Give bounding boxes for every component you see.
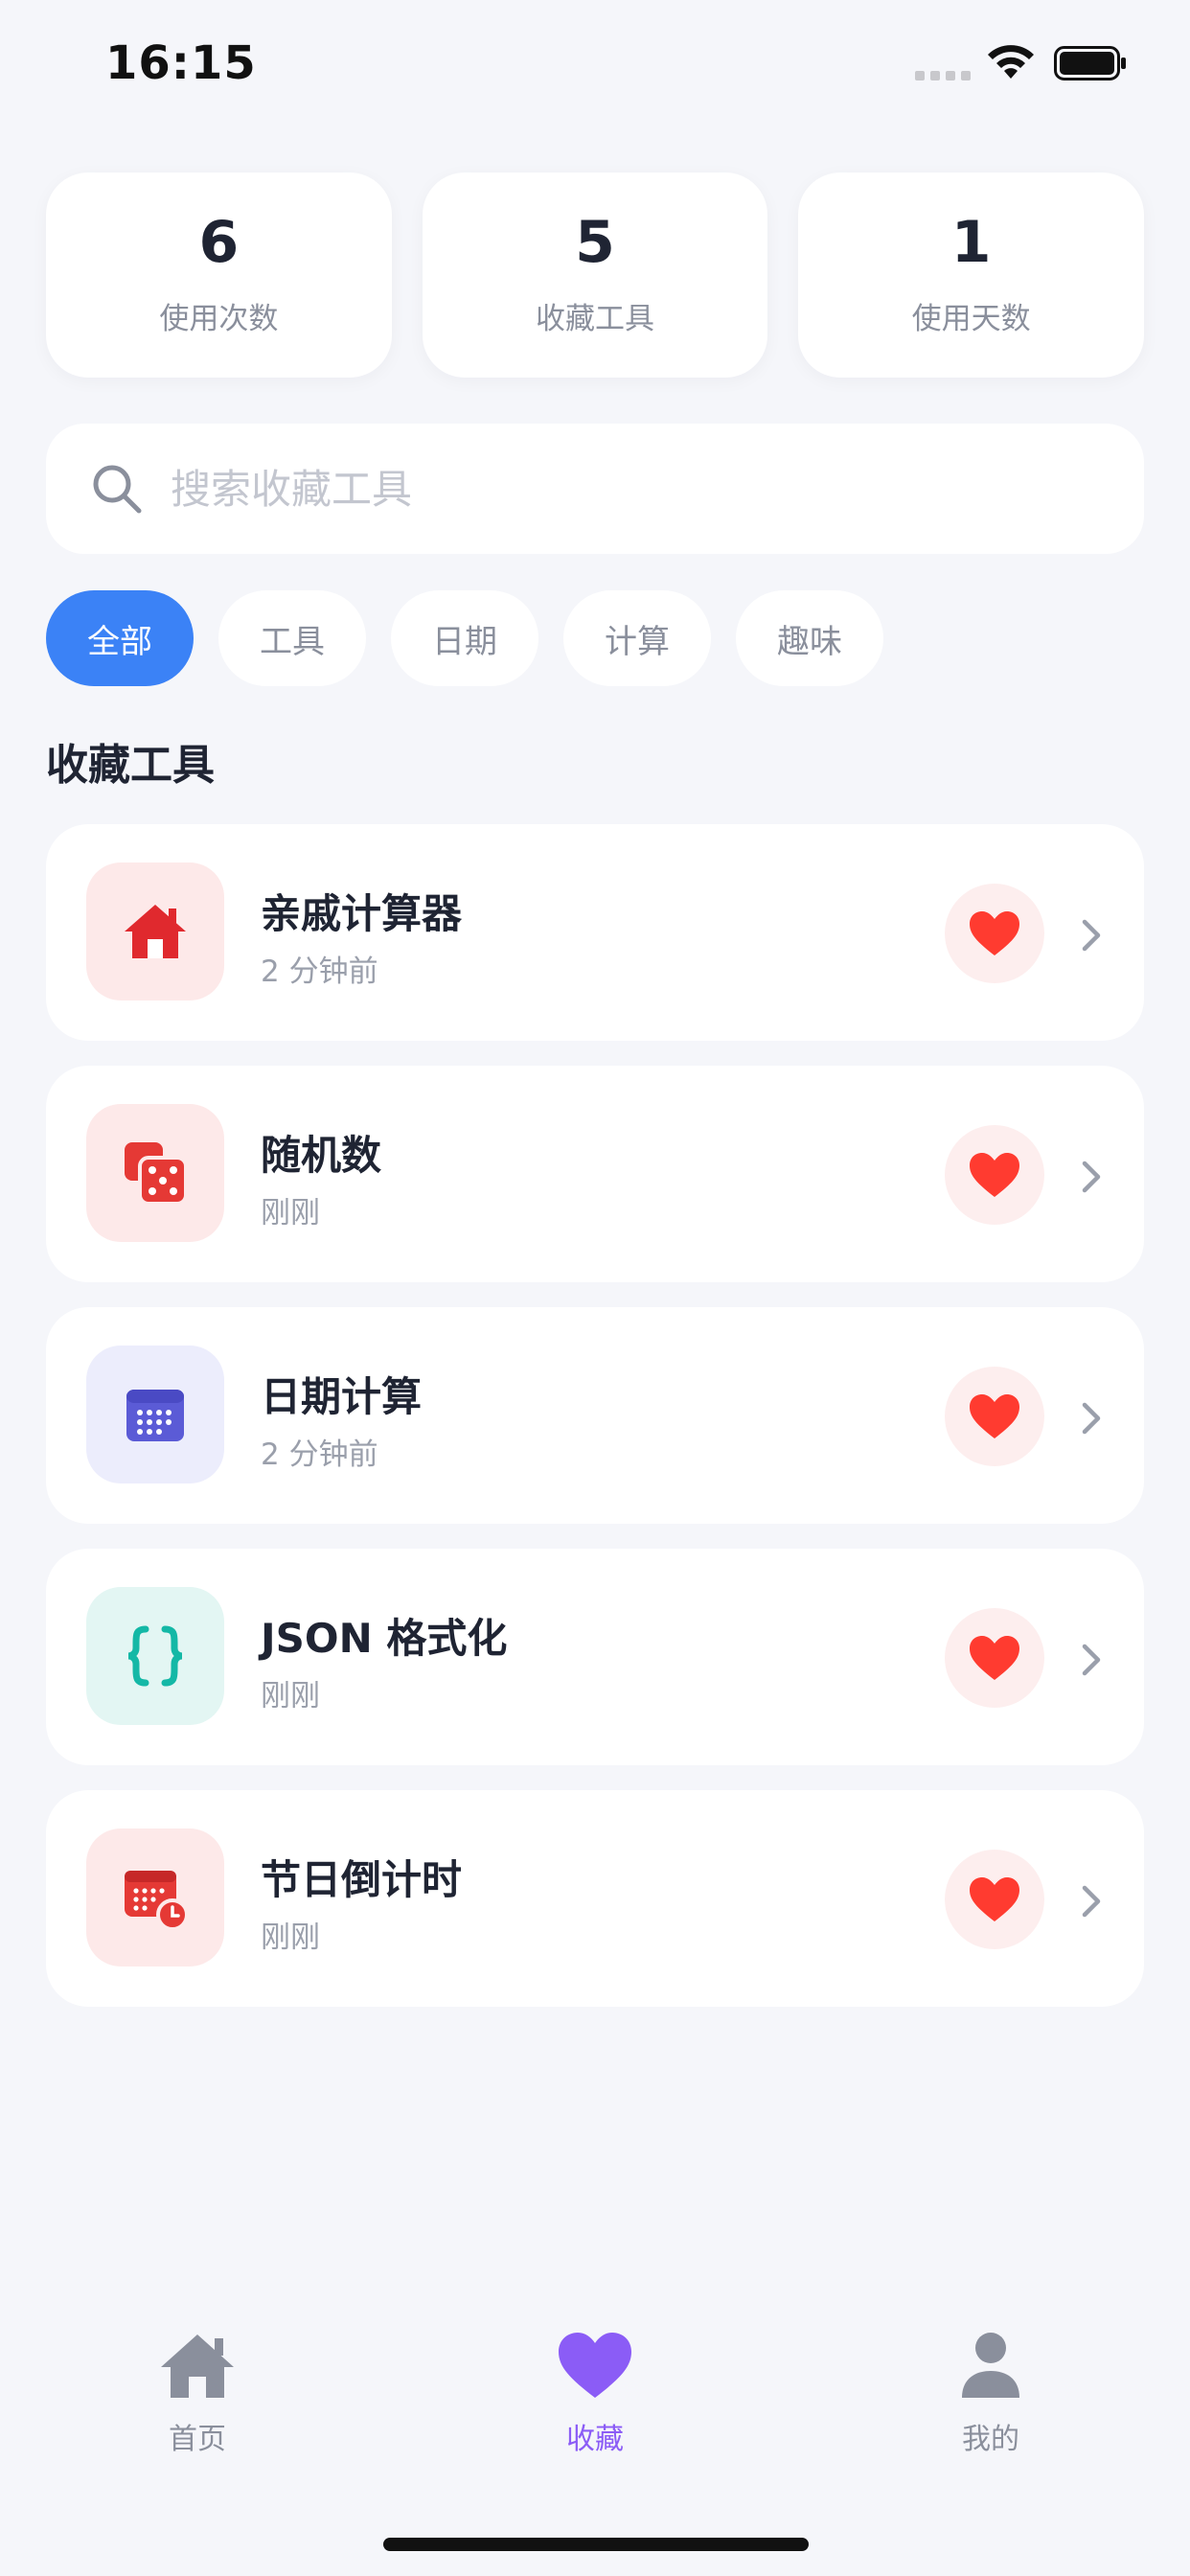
stat-value: 5 [575,208,615,276]
stat-card-favorites: 5 收藏工具 [422,172,768,378]
favorite-button[interactable] [945,1608,1044,1708]
status-time: 16:15 [105,36,257,90]
stat-value: 1 [950,208,992,276]
stat-card-usage-count: 6 使用次数 [46,172,392,378]
stat-card-usage-days: 1 使用天数 [798,172,1145,378]
heart-filled-icon [970,1877,1019,1921]
tool-time: 刚刚 [261,1679,320,1714]
favorite-button[interactable] [945,1367,1044,1466]
tool-time: 2 分钟前 [261,1438,378,1472]
chevron-right-icon [1082,1402,1101,1435]
tool-icon-box [86,1104,224,1242]
favorite-button[interactable] [945,1850,1044,1949]
tool-name: 节日倒计时 [261,1856,463,1903]
stat-label: 使用天数 [911,301,1031,336]
tool-icon-box [86,1346,224,1484]
filter-chip-tools[interactable]: 工具 [218,590,366,686]
chevron-right-icon [1082,1161,1101,1193]
heart-filled-icon [970,911,1019,955]
wifi-icon [988,45,1034,79]
favorite-tool-list: 亲戚计算器 2 分钟前 随机数 刚刚 日期计算 2 分钟前 JSON 格式化 刚… [46,824,1144,2032]
stat-value: 6 [198,208,240,276]
section-title: 收藏工具 [46,741,215,790]
heart-icon [559,2333,631,2398]
home-indicator [383,2538,809,2551]
tab-label: 我的 [962,2423,1019,2456]
chevron-right-icon [1082,1885,1101,1918]
favorite-button[interactable] [945,1125,1044,1225]
stat-label: 使用次数 [159,301,279,336]
tab-home[interactable]: 首页 [102,2329,293,2457]
tool-name: JSON 格式化 [261,1615,508,1662]
tab-profile[interactable]: 我的 [895,2329,1087,2457]
filter-chip-fun[interactable]: 趣味 [736,590,883,686]
chevron-right-icon [1082,1644,1101,1676]
tool-card-json-formatter[interactable]: JSON 格式化 刚刚 [46,1549,1144,1765]
tool-card-relative-calculator[interactable]: 亲戚计算器 2 分钟前 [46,824,1144,1041]
home-icon [161,2334,234,2398]
calendar-icon [126,1390,184,1441]
heart-filled-icon [970,1153,1019,1197]
filter-chip-calc[interactable]: 计算 [563,590,711,686]
tool-icon-box [86,1587,224,1725]
heart-filled-icon [970,1636,1019,1680]
tool-time: 刚刚 [261,1920,320,1955]
tab-favorites[interactable]: 收藏 [499,2329,691,2457]
status-bar: 16:15 [0,0,1190,134]
tab-bar: 首页 收藏 我的 [0,2329,1190,2501]
heart-filled-icon [970,1394,1019,1438]
tab-label: 首页 [169,2423,226,2456]
chevron-right-icon [1082,919,1101,952]
search-input[interactable] [171,465,1033,513]
search-icon [93,465,142,514]
person-icon [962,2333,1019,2398]
tool-card-holiday-countdown[interactable]: 节日倒计时 刚刚 [46,1790,1144,2007]
tool-time: 2 分钟前 [261,954,378,989]
filter-chip-all[interactable]: 全部 [46,590,194,686]
battery-icon [1054,46,1126,80]
house-icon [125,905,186,958]
stat-label: 收藏工具 [536,301,654,336]
dice-icon [125,1142,188,1206]
tool-icon-box [86,862,224,1000]
favorite-button[interactable] [945,884,1044,983]
stats-row: 6 使用次数 5 收藏工具 1 使用天数 [46,172,1145,378]
tab-label: 收藏 [566,2423,624,2456]
filter-chip-date[interactable]: 日期 [391,590,538,686]
tool-name: 亲戚计算器 [261,890,463,937]
tool-card-random-number[interactable]: 随机数 刚刚 [46,1066,1144,1282]
calendar-clock-icon [125,1871,189,1931]
filter-chips: 全部 工具 日期 计算 趣味 [46,590,883,686]
search-box[interactable] [46,424,1144,554]
cellular-signal-icon [915,71,971,80]
tool-icon-box [86,1828,224,1966]
tool-time: 刚刚 [261,1196,320,1230]
braces-icon [127,1625,183,1687]
tool-name: 随机数 [261,1132,382,1179]
tool-name: 日期计算 [261,1373,423,1420]
tool-card-date-calculator[interactable]: 日期计算 2 分钟前 [46,1307,1144,1524]
